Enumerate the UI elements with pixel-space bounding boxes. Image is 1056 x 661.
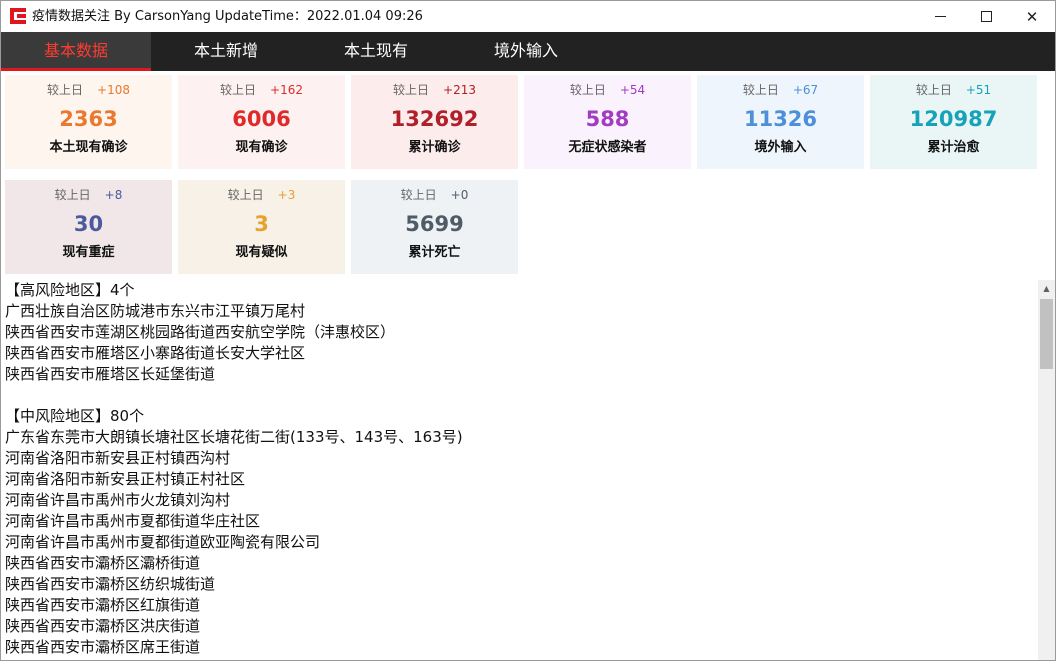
stat-delta-label: 较上日 [54,188,91,202]
stat-delta-label: 较上日 [227,188,264,202]
stat-label: 累计确诊 [408,140,461,155]
list-item: 河南省许昌市禹州市夏都街道欧亚陶瓷有限公司 [5,533,321,551]
tab-basic-data[interactable]: 基本数据 [1,32,151,71]
stat-card: 较上日 +54 588 无症状感染者 [524,75,691,169]
stat-value: 3 [254,212,269,236]
stat-delta-row: 较上日 +8 [5,187,172,203]
stat-delta-label: 较上日 [742,83,779,97]
list-item: 陕西省西安市灞桥区灞桥街道 [5,554,201,572]
stat-card: 较上日 +162 6006 现有确诊 [178,75,345,169]
stat-delta-value: +51 [965,83,992,97]
list-item: 陕西省西安市灞桥区纺织城街道 [5,575,216,593]
stat-delta-value: +108 [97,83,130,97]
app-window: 疫情数据关注 By CarsonYang UpdateTime：2022.01.… [0,0,1056,661]
list-item: 陕西省西安市灞桥区席王街道 [5,638,201,656]
title-bar[interactable]: 疫情数据关注 By CarsonYang UpdateTime：2022.01.… [1,1,1055,32]
stat-delta-value: +162 [270,83,303,97]
vertical-scrollbar[interactable]: ▲ [1038,280,1055,660]
stat-delta-row: 较上日 +54 [524,82,691,98]
stat-value: 132692 [390,107,479,131]
close-button[interactable]: ✕ [1009,1,1055,32]
stat-label: 境外输入 [754,140,807,155]
list-item: 河南省许昌市禹州市夏都街道华庄社区 [5,512,261,530]
stat-delta-value: +67 [792,83,819,97]
stat-delta-label: 较上日 [47,83,84,97]
list-item: 河南省洛阳市新安县正村镇西沟村 [5,449,231,467]
tab-imported[interactable]: 境外输入 [451,32,601,71]
stat-value: 588 [585,107,630,131]
stat-label: 现有重症 [62,245,115,260]
stat-value: 120987 [909,107,998,131]
list-section-heading: 【高风险地区】4个 [5,281,135,299]
tab-bar: 基本数据 本土新增 本土现有 境外输入 [1,32,1055,71]
stat-delta-value: +3 [277,188,296,202]
stat-delta-row: 较上日 +3 [178,187,345,203]
stat-delta-row: 较上日 +0 [351,187,518,203]
close-icon: ✕ [1025,7,1039,26]
stat-value: 6006 [232,107,291,131]
scroll-up-icon[interactable]: ▲ [1038,280,1055,297]
tab-local-existing[interactable]: 本土现有 [301,32,451,71]
risk-area-list[interactable]: 【高风险地区】4个广西壮族自治区防城港市东兴市江平镇万尾村陕西省西安市莲湖区桃园… [1,280,1037,660]
stat-label: 无症状感染者 [568,140,647,155]
tab-local-new[interactable]: 本土新增 [151,32,301,71]
maximize-button[interactable] [963,1,1009,32]
stat-delta-label: 较上日 [400,188,437,202]
stat-delta-row: 较上日 +213 [351,82,518,98]
list-item: 广西壮族自治区防城港市东兴市江平镇万尾村 [5,302,306,320]
stat-delta-row: 较上日 +67 [697,82,864,98]
stat-value: 5699 [405,212,464,236]
list-item: 河南省许昌市禹州市火龙镇刘沟村 [5,491,231,509]
stat-label: 累计死亡 [408,245,461,260]
stat-value: 2363 [59,107,118,131]
stat-delta-value: +8 [104,188,123,202]
stat-delta-label: 较上日 [393,83,430,97]
stat-delta-value: +213 [443,83,476,97]
stat-label: 本土现有确诊 [49,140,128,155]
stat-delta-row: 较上日 +108 [5,82,172,98]
stat-delta-label: 较上日 [569,83,606,97]
stat-card: 较上日 +0 5699 累计死亡 [351,180,518,274]
list-item: 河南省洛阳市新安县正村镇正村社区 [5,470,246,488]
list-item: 陕西省西安市灞桥区红旗街道 [5,596,201,614]
app-logo-icon [10,8,26,24]
stat-card: 较上日 +8 30 现有重症 [5,180,172,274]
list-section-heading: 【中风险地区】80个 [5,407,145,425]
stat-label: 累计治愈 [927,140,980,155]
stat-label: 现有疑似 [235,245,288,260]
minimize-button[interactable] [917,1,963,32]
maximize-icon [980,11,992,22]
scroll-thumb[interactable] [1040,299,1053,369]
list-item: 陕西省西安市雁塔区长延堡街道 [5,365,216,383]
stat-card: 较上日 +51 120987 累计治愈 [870,75,1037,169]
window-title: 疫情数据关注 By CarsonYang UpdateTime：2022.01.… [32,9,423,24]
stat-value: 30 [73,212,104,236]
stat-delta-row: 较上日 +162 [178,82,345,98]
stat-delta-label: 较上日 [915,83,952,97]
list-item: 陕西省西安市莲湖区桃园路街道西安航空学院（沣惠校区） [5,323,396,341]
list-item: 陕西省西安市灞桥区洪庆街道 [5,617,201,635]
stat-delta-value: +54 [619,83,646,97]
stat-card: 较上日 +213 132692 累计确诊 [351,75,518,169]
stat-delta-value: +0 [450,188,469,202]
stat-card: 较上日 +108 2363 本土现有确诊 [5,75,172,169]
stat-card: 较上日 +67 11326 境外输入 [697,75,864,169]
list-item: 广东省东莞市大朗镇长塘社区长塘花街二街(133号、143号、163号) [5,428,463,446]
stat-delta-row: 较上日 +51 [870,82,1037,98]
list-item: 陕西省西安市雁塔区小寨路街道长安大学社区 [5,344,306,362]
stat-value: 11326 [743,107,818,131]
stat-label: 现有确诊 [235,140,288,155]
minimize-icon [934,16,946,17]
stat-card: 较上日 +3 3 现有疑似 [178,180,345,274]
stat-delta-label: 较上日 [220,83,257,97]
